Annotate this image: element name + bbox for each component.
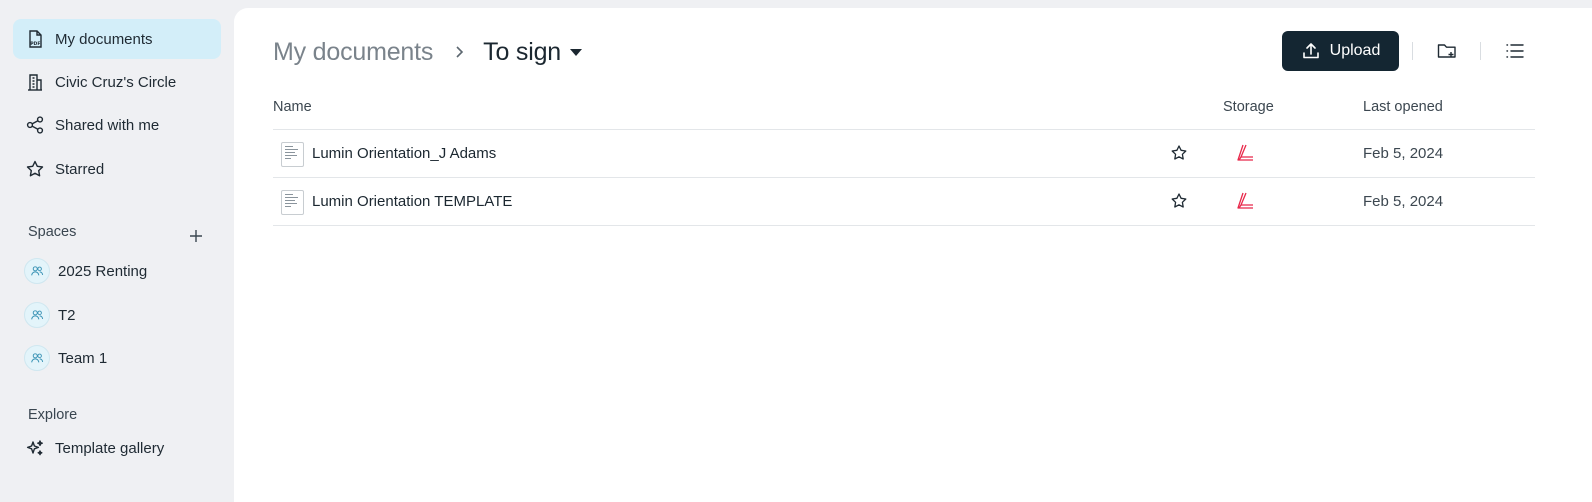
upload-icon bbox=[1301, 41, 1321, 61]
add-space-button[interactable] bbox=[186, 226, 206, 246]
caret-down-icon bbox=[569, 47, 583, 57]
sidebar-item-starred[interactable]: Starred bbox=[13, 149, 221, 189]
breadcrumb-current-dropdown[interactable]: To sign bbox=[483, 38, 583, 67]
sidebar-item-label: Starred bbox=[55, 160, 105, 178]
sidebar-item-label: Shared with me bbox=[55, 116, 160, 134]
list-icon bbox=[1506, 44, 1524, 58]
space-item-label: 2025 Renting bbox=[58, 262, 148, 280]
lumin-storage-icon bbox=[1237, 144, 1253, 161]
space-item-label: Team 1 bbox=[58, 349, 108, 367]
main-panel: My documents To sign Upload Name Storage… bbox=[234, 8, 1592, 502]
star-icon bbox=[25, 159, 45, 179]
toolbar-divider bbox=[1412, 42, 1413, 60]
space-item-label: T2 bbox=[58, 306, 76, 324]
space-item-t2[interactable]: T2 bbox=[20, 297, 220, 333]
table-header: Name Storage Last opened bbox=[273, 90, 1535, 130]
column-header-name[interactable]: Name bbox=[273, 99, 312, 115]
svg-text:PDF: PDF bbox=[30, 41, 40, 47]
pdf-file-icon: PDF bbox=[25, 29, 45, 49]
list-view-button[interactable] bbox=[1503, 39, 1527, 63]
document-name: Lumin Orientation_J Adams bbox=[312, 145, 497, 162]
plus-icon bbox=[190, 230, 202, 242]
sidebar: PDF My documents Civic Cruz's Circle Sha… bbox=[0, 0, 234, 502]
breadcrumb: My documents To sign bbox=[273, 34, 583, 70]
star-icon[interactable] bbox=[1170, 192, 1188, 210]
space-item-team-1[interactable]: Team 1 bbox=[20, 340, 220, 376]
document-name: Lumin Orientation TEMPLATE bbox=[312, 193, 513, 210]
sidebar-item-shared[interactable]: Shared with me bbox=[13, 105, 221, 145]
sidebar-item-template-gallery[interactable]: Template gallery bbox=[13, 428, 221, 468]
last-opened-date: Feb 5, 2024 bbox=[1363, 145, 1444, 162]
upload-button[interactable]: Upload bbox=[1282, 31, 1399, 71]
last-opened-date: Feb 5, 2024 bbox=[1363, 193, 1444, 210]
sidebar-item-label: Template gallery bbox=[55, 439, 165, 457]
building-icon bbox=[25, 72, 45, 92]
sidebar-item-label: Civic Cruz's Circle bbox=[55, 73, 177, 91]
lumin-storage-icon bbox=[1237, 192, 1253, 209]
chevron-right-icon bbox=[451, 44, 467, 60]
sidebar-item-my-documents[interactable]: PDF My documents bbox=[13, 19, 221, 59]
folder-plus-icon bbox=[1437, 44, 1456, 58]
document-thumbnail bbox=[281, 190, 304, 215]
sidebar-item-circle[interactable]: Civic Cruz's Circle bbox=[13, 62, 221, 102]
document-thumbnail bbox=[281, 142, 304, 167]
sparkle-icon bbox=[25, 438, 45, 458]
explore-heading: Explore bbox=[28, 407, 78, 423]
spaces-heading: Spaces bbox=[28, 224, 77, 240]
team-icon bbox=[24, 258, 50, 284]
breadcrumb-current-label: To sign bbox=[483, 37, 561, 66]
breadcrumb-root[interactable]: My documents bbox=[273, 38, 433, 67]
space-item-2025-renting[interactable]: 2025 Renting bbox=[20, 253, 220, 289]
table-row[interactable]: Lumin Orientation TEMPLATE Feb 5, 2024 bbox=[273, 178, 1535, 226]
column-header-storage: Storage bbox=[1223, 99, 1274, 115]
table-row[interactable]: Lumin Orientation_J Adams Feb 5, 2024 bbox=[273, 130, 1535, 178]
column-header-last-opened[interactable]: Last opened bbox=[1363, 99, 1443, 115]
team-icon bbox=[24, 345, 50, 371]
upload-label: Upload bbox=[1329, 42, 1381, 59]
toolbar-divider bbox=[1480, 42, 1481, 60]
sidebar-item-label: My documents bbox=[55, 30, 153, 48]
share-icon bbox=[25, 115, 45, 135]
new-folder-button[interactable] bbox=[1435, 39, 1459, 63]
star-icon[interactable] bbox=[1170, 144, 1188, 162]
documents-table: Name Storage Last opened Lumin Orientati… bbox=[273, 90, 1535, 226]
team-icon bbox=[24, 302, 50, 328]
